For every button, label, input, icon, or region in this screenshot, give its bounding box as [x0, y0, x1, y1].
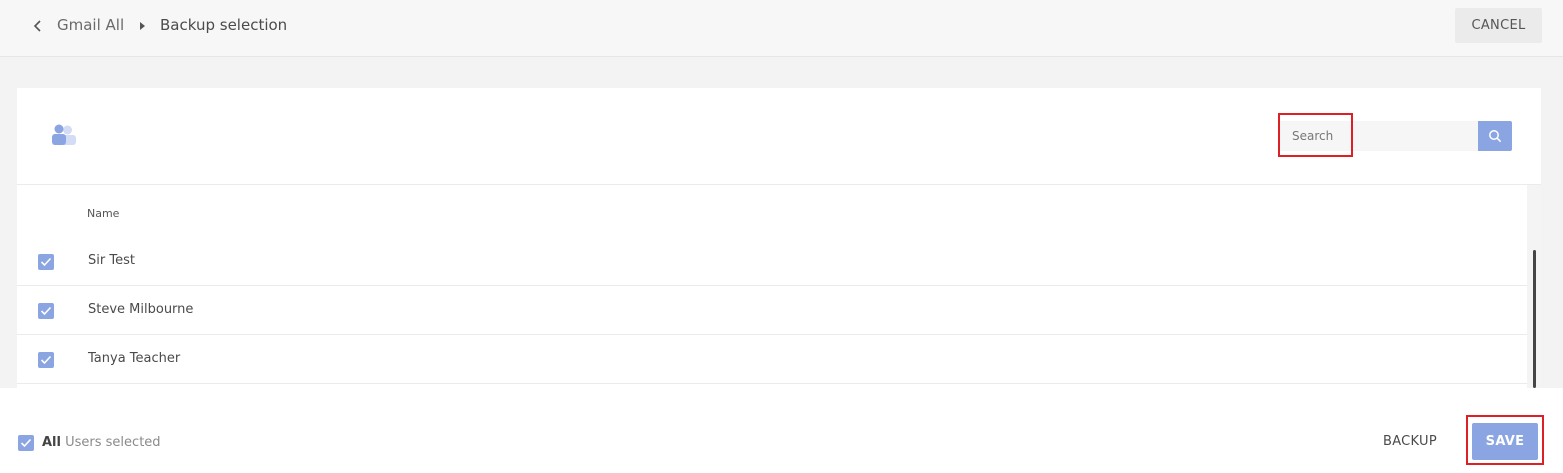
save-highlight-box [1466, 415, 1544, 465]
scrollbar-thumb[interactable] [1533, 250, 1536, 388]
select-all-checkbox[interactable] [18, 435, 34, 451]
user-name: Sir Test [88, 253, 135, 268]
search-button[interactable] [1478, 121, 1512, 151]
checkmark-icon [20, 438, 32, 448]
row-checkbox[interactable] [38, 303, 54, 319]
table-row[interactable]: Tanya Teacher [17, 335, 1527, 384]
table-row[interactable]: Steve Milbourne [17, 286, 1527, 335]
checkmark-icon [40, 306, 52, 316]
chevron-left-icon [33, 20, 41, 32]
checkmark-icon [40, 257, 52, 267]
breadcrumb-parent[interactable]: Gmail All [57, 16, 124, 34]
checkmark-icon [40, 355, 52, 365]
table-row[interactable]: Sir Test [17, 237, 1527, 286]
row-checkbox[interactable] [38, 254, 54, 270]
page-header: Gmail All Backup selection CANCEL [0, 0, 1563, 57]
search-icon [1489, 130, 1501, 142]
backup-button[interactable]: BACKUP [1383, 434, 1437, 449]
row-checkbox[interactable] [38, 352, 54, 368]
selection-summary: All Users selected [42, 435, 161, 450]
cancel-button[interactable]: CANCEL [1455, 8, 1542, 43]
users-card: Name Sir Test Steve Milbourne Tanya Teac… [17, 88, 1541, 388]
back-button[interactable] [30, 17, 46, 35]
search-highlight-box [1278, 113, 1353, 157]
user-list: Sir Test Steve Milbourne Tanya Teacher [17, 237, 1527, 384]
divider [17, 184, 1541, 185]
caret-right-icon [140, 22, 145, 30]
user-name: Steve Milbourne [88, 302, 194, 317]
footer-bar: All Users selected BACKUP SAVE [0, 388, 1563, 473]
user-name: Tanya Teacher [88, 351, 181, 366]
users-icon [52, 124, 76, 145]
breadcrumb-current: Backup selection [160, 16, 288, 34]
selection-text: Users selected [65, 435, 161, 450]
selection-strong: All [42, 435, 61, 450]
column-header-name[interactable]: Name [87, 207, 119, 220]
